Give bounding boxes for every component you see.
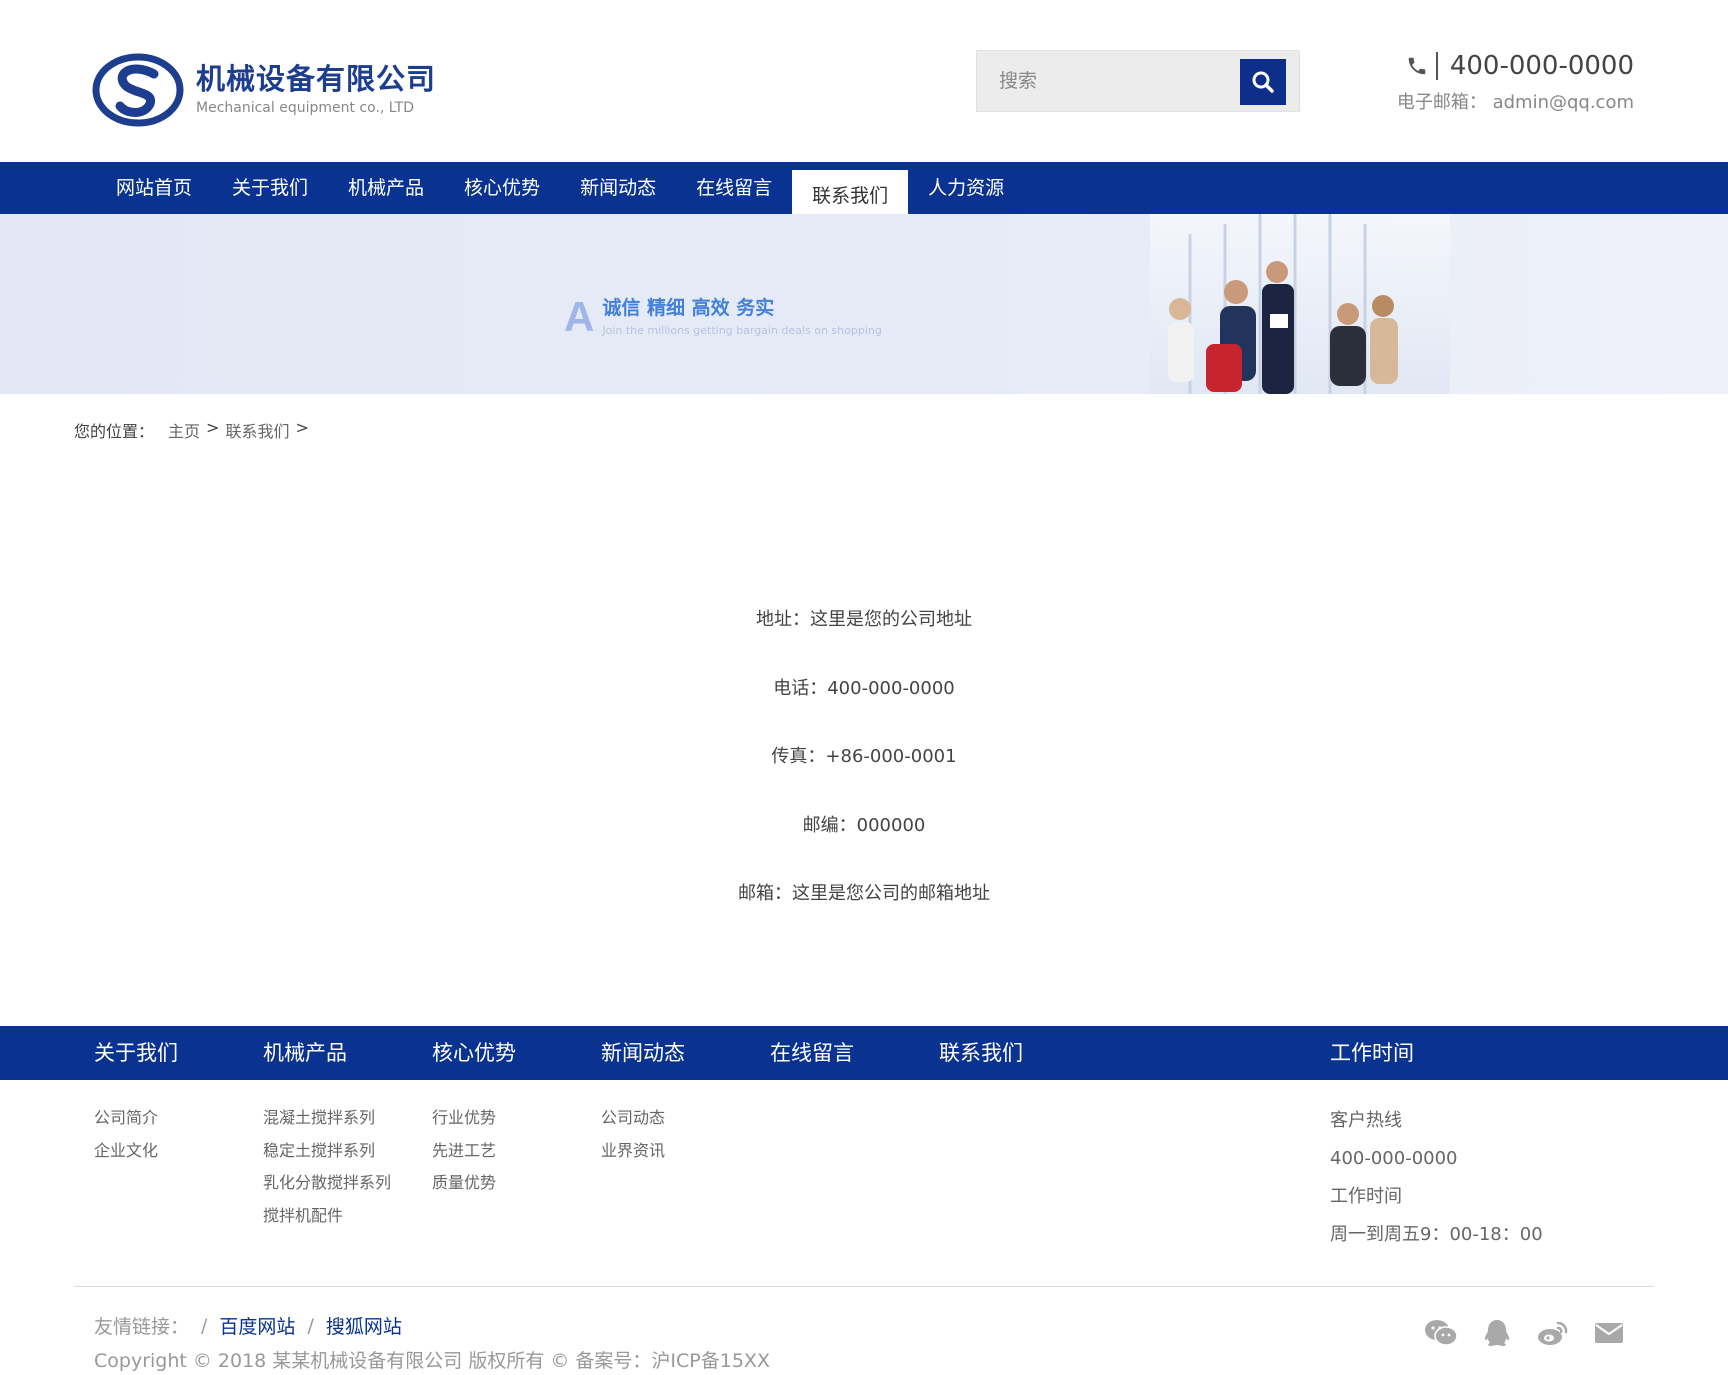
banner-title: 诚信 精细 高效 务实 (602, 297, 775, 319)
friend-link-sohu[interactable]: 搜狐网站 (326, 1312, 402, 1339)
hotline-label: 客户热线 (1330, 1110, 1402, 1131)
footer-link[interactable]: 混凝土搅拌系列 (263, 1102, 391, 1135)
site-header: 机械设备有限公司 Mechanical equipment co., LTD 4… (0, 0, 1728, 162)
contact-info: 地址：这里是您的公司地址 电话：400-000-0000 传真：+86-000-… (0, 600, 1728, 943)
phone-icon (1408, 57, 1426, 75)
footer-link[interactable]: 先进工艺 (432, 1135, 496, 1168)
mail-button[interactable] (1592, 1318, 1626, 1348)
footer-nav-news[interactable]: 新闻动态 (601, 1026, 685, 1080)
footer-link[interactable]: 质量优势 (432, 1167, 496, 1200)
contact-address: 地址：这里是您的公司地址 (756, 609, 972, 630)
breadcrumb: 您的位置： 主页 > 联系我们 > (74, 418, 315, 442)
contact-email: 邮箱：这里是您公司的邮箱地址 (738, 883, 990, 904)
breadcrumb-separator: > (295, 418, 309, 437)
wechat-icon (1425, 1320, 1458, 1346)
header-email: 电子邮箱： admin@qq.com (1396, 92, 1634, 113)
footer-col-products: 混凝土搅拌系列 稳定土搅拌系列 乳化分散搅拌系列 搅拌机配件 (263, 1102, 391, 1232)
footer-col-about: 公司简介 企业文化 (94, 1102, 158, 1167)
banner-slogan: A 诚信 精细 高效 务实 Join the millions getting … (564, 293, 882, 340)
qq-icon (1484, 1320, 1510, 1346)
page-banner: A 诚信 精细 高效 务实 Join the millions getting … (0, 214, 1728, 394)
friend-links-label: 友情链接： (94, 1316, 190, 1338)
social-icons (1424, 1318, 1648, 1348)
hotline-number: 400-000-0000 (1330, 1148, 1458, 1169)
footer-nav-about[interactable]: 关于我们 (94, 1026, 178, 1080)
breadcrumb-separator: > (206, 418, 220, 437)
nav-item-hr[interactable]: 人力资源 (908, 162, 1024, 214)
search-box (976, 50, 1300, 112)
footer-link[interactable]: 乳化分散搅拌系列 (263, 1167, 391, 1200)
contact-zip: 邮编：000000 (802, 814, 926, 836)
weibo-icon (1538, 1321, 1568, 1345)
nav-item-home[interactable]: 网站首页 (96, 162, 212, 214)
phone-separator (1435, 52, 1438, 80)
weibo-button[interactable] (1536, 1318, 1570, 1348)
qq-button[interactable] (1480, 1318, 1514, 1348)
footer-nav-contact[interactable]: 联系我们 (939, 1026, 1023, 1080)
search-input[interactable] (977, 51, 1237, 111)
contact-phone: 电话：400-000-0000 (773, 677, 955, 699)
header-contact: 400-000-0000 电子邮箱： admin@qq.com (1397, 50, 1634, 114)
footer-link[interactable]: 搅拌机配件 (263, 1200, 391, 1233)
friend-link-baidu[interactable]: 百度网站 (219, 1312, 295, 1339)
footer-nav-worktime: 工作时间 (1330, 1041, 1414, 1065)
banner-subtitle: Join the millions getting bargain deals … (602, 324, 882, 337)
footer-nav-products[interactable]: 机械产品 (263, 1026, 347, 1080)
header-phone: 400-000-0000 (1449, 51, 1634, 81)
footer-link[interactable]: 企业文化 (94, 1135, 158, 1168)
footer-divider (74, 1286, 1654, 1287)
mail-icon (1595, 1323, 1623, 1343)
logo-subtitle: Mechanical equipment co., LTD (196, 100, 415, 116)
logo[interactable]: 机械设备有限公司 Mechanical equipment co., LTD (92, 50, 452, 130)
logo-mark-icon (92, 53, 184, 127)
nav-item-news[interactable]: 新闻动态 (560, 162, 676, 214)
friend-links: 友情链接： / 百度网站 / 搜狐网站 (94, 1312, 402, 1339)
footer-link[interactable]: 公司简介 (94, 1102, 158, 1135)
logo-title: 机械设备有限公司 (196, 62, 437, 96)
nav-item-advantages[interactable]: 核心优势 (444, 162, 560, 214)
footer-link[interactable]: 稳定土搅拌系列 (263, 1135, 391, 1168)
banner-people-image (1150, 214, 1450, 394)
link-separator: / (201, 1314, 208, 1337)
search-icon (1252, 71, 1274, 93)
nav-item-products[interactable]: 机械产品 (328, 162, 444, 214)
breadcrumb-home[interactable]: 主页 (168, 418, 200, 442)
footer-worktime: 客户热线 400-000-0000 工作时间 周一到周五9：00-18：00 (1330, 1102, 1543, 1254)
footer-col-news: 公司动态 业界资讯 (601, 1102, 665, 1167)
footer-link[interactable]: 业界资讯 (601, 1135, 665, 1168)
link-separator: / (307, 1314, 314, 1337)
footer-link[interactable]: 行业优势 (432, 1102, 496, 1135)
footer-nav-message[interactable]: 在线留言 (770, 1026, 854, 1080)
nav-item-message[interactable]: 在线留言 (676, 162, 792, 214)
nav-item-about[interactable]: 关于我们 (212, 162, 328, 214)
footer-nav: 关于我们 机械产品 核心优势 新闻动态 在线留言 联系我们 工作时间 (0, 1026, 1728, 1080)
breadcrumb-label: 您的位置： (74, 422, 155, 441)
footer-nav-advantages[interactable]: 核心优势 (432, 1026, 516, 1080)
search-button[interactable] (1240, 59, 1286, 105)
worktime-label: 工作时间 (1330, 1186, 1402, 1207)
footer-link[interactable]: 公司动态 (601, 1102, 665, 1135)
wechat-button[interactable] (1424, 1318, 1458, 1348)
banner-letter: A (564, 293, 595, 340)
breadcrumb-current[interactable]: 联系我们 (225, 418, 289, 442)
footer-col-advantages: 行业优势 先进工艺 质量优势 (432, 1102, 496, 1200)
worktime-value: 周一到周五9：00-18：00 (1330, 1224, 1543, 1245)
copyright: Copyright © 2018 某某机械设备有限公司 版权所有 © 备案号：沪… (94, 1350, 770, 1372)
contact-fax: 传真：+86-000-0001 (771, 746, 957, 767)
main-nav: 网站首页 关于我们 机械产品 核心优势 新闻动态 在线留言 联系我们 人力资源 (0, 162, 1728, 222)
